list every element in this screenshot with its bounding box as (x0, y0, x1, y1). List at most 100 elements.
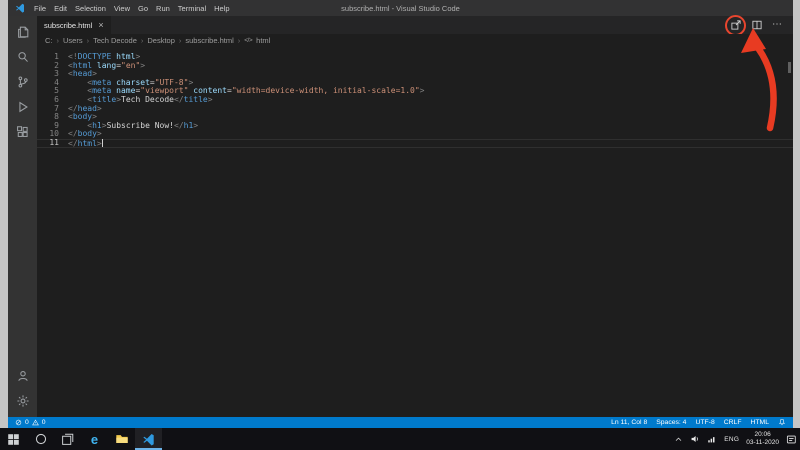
split-editor-icon[interactable] (750, 19, 763, 32)
status-item[interactable]: CRLF (724, 419, 742, 426)
breadcrumb-item[interactable]: Tech Decode (93, 36, 137, 45)
line-number: 4 (37, 79, 68, 88)
code-token: > (97, 104, 102, 113)
window-title: subscribe.html - Visual Studio Code (341, 4, 460, 13)
breadcrumb-separator: › (57, 36, 60, 45)
code-line[interactable]: 1<!DOCTYPE html> (37, 53, 793, 62)
problems-indicator[interactable]: 0 0 (15, 419, 46, 426)
breadcrumb-item[interactable]: Desktop (147, 36, 175, 45)
search-icon[interactable] (8, 44, 37, 69)
code-line[interactable]: 6 <title>Tech Decode</title> (37, 96, 793, 105)
code-token: body (78, 129, 97, 138)
breadcrumb-item[interactable]: html (256, 36, 270, 45)
explorer-icon[interactable] (8, 19, 37, 44)
code-token: </ (174, 95, 184, 104)
code-lines: 1<!DOCTYPE html>2<html lang="en">3<head>… (37, 53, 793, 148)
code-token: </ (174, 121, 184, 130)
menu-run[interactable]: Run (152, 4, 174, 13)
ellipsis-glyph: ⋯ (772, 20, 783, 30)
network-icon[interactable] (707, 434, 717, 444)
code-token: Tech Decode (121, 95, 174, 104)
breadcrumb-item[interactable]: C: (45, 36, 53, 45)
clock-time: 20:06 (746, 431, 779, 439)
breadcrumb-item[interactable]: subscribe.html (185, 36, 233, 45)
warning-count: 0 (42, 419, 46, 426)
menu-selection[interactable]: Selection (71, 4, 110, 13)
breadcrumb-symbol-icon: </> (244, 37, 252, 44)
text-cursor (102, 139, 103, 147)
extensions-icon[interactable] (8, 119, 37, 144)
tab-subscribe-html[interactable]: subscribe.html × (37, 16, 111, 34)
menu-view[interactable]: View (110, 4, 134, 13)
breadcrumb-separator: › (87, 36, 90, 45)
status-item[interactable]: UTF-8 (695, 419, 714, 426)
warning-triangle-icon (32, 419, 39, 426)
code-line[interactable]: 10</body> (37, 130, 793, 139)
more-actions-icon[interactable]: ⋯ (771, 19, 784, 32)
desktop: { "titlebar": { "menus": ["File", "Edit"… (0, 0, 800, 450)
vscode-logo-icon (15, 3, 25, 13)
tab-bar: subscribe.html × ⋯ (37, 16, 793, 34)
menu-terminal[interactable]: Terminal (174, 4, 210, 13)
file-explorer-icon[interactable] (108, 428, 135, 450)
volume-icon[interactable] (690, 434, 700, 444)
breadcrumb-separator: › (238, 36, 241, 45)
tab-close-icon[interactable]: × (98, 21, 103, 30)
code-token: Subscribe Now! (107, 121, 174, 130)
code-token: title (184, 95, 208, 104)
source-control-icon[interactable] (8, 69, 37, 94)
code-text: </html> (68, 139, 103, 148)
breadcrumb-separator: › (141, 36, 144, 45)
titlebar: FileEditSelectionViewGoRunTerminalHelp s… (8, 0, 793, 16)
tray-expand-chevron-icon[interactable] (674, 435, 683, 444)
line-number: 3 (37, 70, 68, 79)
menu-help[interactable]: Help (210, 4, 233, 13)
action-center-icon[interactable] (786, 434, 797, 445)
status-item[interactable]: Ln 11, Col 8 (611, 419, 647, 426)
account-icon[interactable] (8, 363, 37, 388)
clock-date: 03-11-2020 (746, 439, 779, 447)
status-right: Ln 11, Col 8 Spaces: 4 UTF-8 CRLF HTML (611, 419, 769, 426)
code-line[interactable]: 9 <h1>Subscribe Now!</h1> (37, 122, 793, 131)
line-number: 7 (37, 105, 68, 114)
code-token: > (97, 129, 102, 138)
line-number: 11 (37, 139, 68, 148)
code-line[interactable]: 7</head> (37, 105, 793, 114)
error-circle-icon (15, 419, 22, 426)
code-token: > (140, 61, 145, 70)
run-debug-icon[interactable] (8, 94, 37, 119)
editor[interactable]: 1<!DOCTYPE html>2<html lang="en">3<head>… (37, 53, 793, 417)
menu-file[interactable]: File (30, 4, 50, 13)
taskbar-vscode-icon[interactable] (135, 428, 162, 450)
error-count: 0 (25, 419, 29, 426)
status-item[interactable]: HTML (750, 419, 769, 426)
start-button[interactable] (0, 428, 27, 450)
windows-taskbar: e ENG 20:06 03-11-2020 (0, 428, 800, 450)
notifications-bell-icon[interactable] (778, 418, 786, 428)
breadcrumb-item[interactable]: Users (63, 36, 83, 45)
open-preview-icon[interactable] (729, 19, 742, 32)
activity-bar (8, 16, 37, 417)
menu-go[interactable]: Go (134, 4, 152, 13)
breadcrumb-separator: › (179, 36, 182, 45)
menubar: FileEditSelectionViewGoRunTerminalHelp (30, 4, 234, 13)
code-line[interactable]: 2<html lang="en"> (37, 62, 793, 71)
menu-edit[interactable]: Edit (50, 4, 71, 13)
status-item[interactable]: Spaces: 4 (656, 419, 686, 426)
code-token: </ (68, 139, 78, 148)
code-token: "en" (121, 61, 140, 70)
code-text: </body> (68, 130, 102, 139)
overview-ruler-mark (788, 62, 791, 73)
cortana-search-icon[interactable] (27, 428, 54, 450)
language-indicator[interactable]: ENG (724, 436, 739, 443)
line-number: 2 (37, 62, 68, 71)
status-bar: 0 0 Ln 11, Col 8 Spaces: 4 UTF-8 CRLF HTML (8, 417, 793, 428)
editor-actions: ⋯ (729, 16, 793, 34)
task-view-icon[interactable] (54, 428, 81, 450)
edge-browser-icon[interactable]: e (81, 428, 108, 450)
code-token: html (78, 139, 97, 148)
taskbar-clock[interactable]: 20:06 03-11-2020 (746, 431, 779, 447)
settings-gear-icon[interactable] (8, 388, 37, 413)
vscode-window: FileEditSelectionViewGoRunTerminalHelp s… (8, 0, 793, 428)
code-line[interactable]: 11</html> (37, 139, 793, 148)
